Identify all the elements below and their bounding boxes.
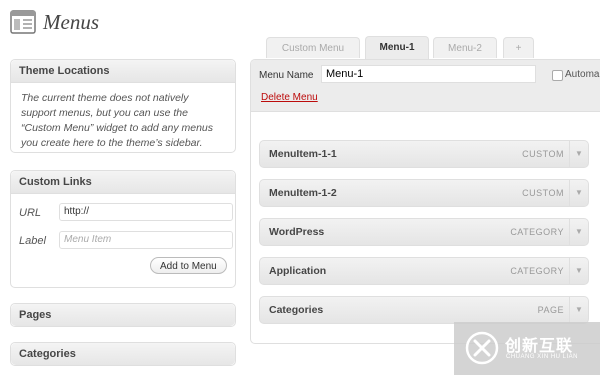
menus-page-icon [10,10,36,34]
menu-item[interactable]: WordPress CATEGORY ▼ [259,218,589,246]
chevron-down-icon[interactable]: ▼ [569,258,588,284]
categories-heading[interactable]: Categories [11,343,235,365]
menu-item[interactable]: MenuItem-1-2 CUSTOM ▼ [259,179,589,207]
pages-box[interactable]: Pages [10,303,236,327]
menu-item-title: WordPress [269,226,325,238]
auto-add-label: Automa [565,69,600,80]
label-label: Label [19,235,46,247]
auto-add-checkbox[interactable] [552,70,563,81]
menu-item-title: Categories [269,304,324,316]
tab-custom-menu[interactable]: Custom Menu [266,37,360,58]
menu-header-bar: Menu Name Automa Delete Menu [251,60,600,112]
menu-name-input[interactable] [321,65,536,83]
categories-box[interactable]: Categories [10,342,236,366]
menu-item-title: MenuItem-1-2 [269,187,337,199]
theme-locations-box: Theme Locations The current theme does n… [10,59,236,153]
menu-item-type: CATEGORY [510,227,564,237]
url-label: URL [19,207,42,219]
theme-locations-description: The current theme does not natively supp… [21,92,214,149]
custom-links-box: Custom Links URL Label Add to Menu [10,170,236,288]
tab-menu-2[interactable]: Menu-2 [433,37,497,58]
menu-name-label: Menu Name [259,70,314,81]
chevron-down-icon[interactable]: ▼ [569,219,588,245]
menu-item[interactable]: Application CATEGORY ▼ [259,257,589,285]
menu-item[interactable]: MenuItem-1-1 CUSTOM ▼ [259,140,589,168]
chevron-down-icon[interactable]: ▼ [569,141,588,167]
tab-add-menu[interactable]: + [503,37,534,58]
theme-locations-heading[interactable]: Theme Locations [11,60,235,83]
watermark: 创新互联 CHUANG XIN HU LIAN [454,322,600,375]
add-to-menu-button[interactable]: Add to Menu [150,257,227,274]
watermark-en-text: CHUANG XIN HU LIAN [506,354,579,360]
menu-item-type: CATEGORY [510,266,564,276]
label-row: Label [11,229,235,257]
page-title: Menus [43,10,99,34]
url-row: URL [11,201,235,229]
menu-item-type: CUSTOM [522,188,564,198]
custom-links-heading[interactable]: Custom Links [11,171,235,194]
menu-editor-panel: Menu Name Automa Delete Menu MenuItem-1-… [250,59,600,344]
watermark-logo-icon [465,331,499,365]
menu-item-type: PAGE [537,305,564,315]
delete-menu-link[interactable]: Delete Menu [261,92,318,103]
url-input[interactable] [59,203,233,221]
menu-item-title: Application [269,265,327,277]
tab-menu-1[interactable]: Menu-1 [365,36,429,59]
menu-item[interactable]: Categories PAGE ▼ [259,296,589,324]
chevron-down-icon[interactable]: ▼ [569,180,588,206]
menu-item-title: MenuItem-1-1 [269,148,337,160]
menu-item-type: CUSTOM [522,149,564,159]
pages-heading[interactable]: Pages [11,304,235,326]
chevron-down-icon[interactable]: ▼ [569,297,588,323]
watermark-cn-text: 创新互联 [505,338,574,355]
label-input[interactable] [59,231,233,249]
